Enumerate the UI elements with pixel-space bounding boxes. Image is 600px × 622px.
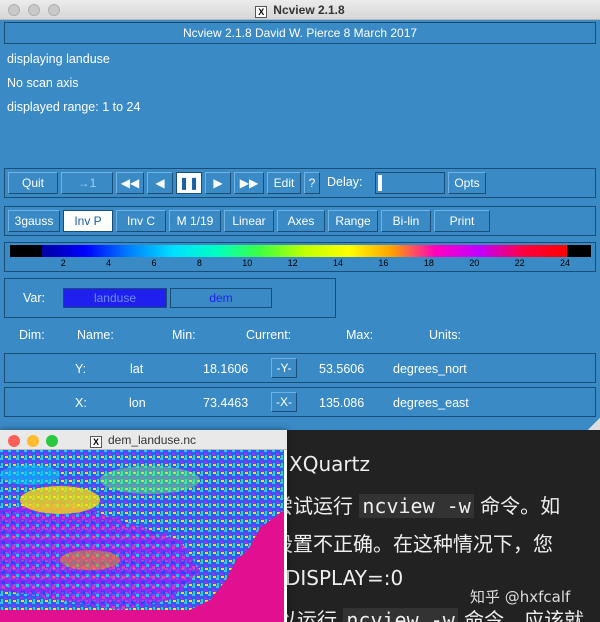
- units-header: Units:: [429, 328, 461, 342]
- dim-y-max: 53.5606: [319, 362, 365, 376]
- range-button[interactable]: Range: [328, 210, 378, 232]
- info-scan-axis: No scan axis: [7, 76, 79, 90]
- colorbar-tick: 6: [151, 258, 157, 268]
- dim-y-label: Y:: [75, 362, 87, 376]
- max-header: Max:: [346, 328, 374, 342]
- edit-button[interactable]: Edit: [267, 172, 301, 194]
- step-button[interactable]: →1: [61, 172, 113, 194]
- bilin-button[interactable]: Bi-lin: [381, 210, 431, 232]
- colorbar-tick: 20: [469, 258, 480, 268]
- options-panel: 3gauss Inv P Inv C M 1/19 Linear Axes Ra…: [4, 206, 596, 236]
- info-range: displayed range: 1 to 24: [7, 100, 141, 114]
- colorbar-tick: 22: [514, 258, 525, 268]
- colorbar-tick: 8: [196, 258, 202, 268]
- version-header: Ncview 2.1.8 David W. Pierce 8 March 201…: [4, 22, 596, 44]
- delay-slider[interactable]: [375, 172, 445, 194]
- article-line-2: 尝试运行 ncview -w 命令。如: [287, 494, 561, 518]
- back-button[interactable]: ◀: [147, 172, 173, 194]
- dim-x-max: 135.086: [319, 396, 365, 410]
- dim-row-x: X: lon 73.4463 -X- 135.086 degrees_east: [4, 387, 596, 417]
- var-panel: Var: landuse dem: [4, 278, 336, 318]
- data-window: Xdem_landuse.nc: [0, 430, 287, 622]
- rewind-button[interactable]: ◀◀: [116, 172, 144, 194]
- data-close-button[interactable]: [8, 435, 20, 447]
- colorbar-gradient: [10, 245, 591, 257]
- dim-x-min: 73.4463: [203, 396, 249, 410]
- zhihu-watermark: 知乎 @hxfcalf: [470, 588, 571, 606]
- dim-y-name: lat: [130, 362, 144, 376]
- data-minimize-button[interactable]: [27, 435, 39, 447]
- dim-y-min: 18.1606: [203, 362, 249, 376]
- quit-button[interactable]: Quit: [8, 172, 58, 194]
- colorbar-tick: 2: [60, 258, 66, 268]
- colormap-3gauss-button[interactable]: 3gauss: [8, 210, 60, 232]
- magnify-button[interactable]: M 1/19: [169, 210, 221, 232]
- article-line-4: DISPLAY=:0: [287, 566, 404, 590]
- dim-x-name: lon: [129, 396, 146, 410]
- landuse-map-image: [0, 450, 284, 622]
- delay-label: Delay:: [327, 175, 363, 189]
- dim-y-units: degrees_nort: [393, 362, 467, 376]
- colorbar-tick: 24: [560, 258, 571, 268]
- colorbar-tick: 12: [287, 258, 298, 268]
- info-displaying: displaying landuse: [7, 52, 110, 66]
- resize-handle[interactable]: [588, 418, 600, 430]
- landuse-map[interactable]: [0, 450, 284, 622]
- dim-x-label: X:: [75, 396, 87, 410]
- data-window-title: Xdem_landuse.nc: [90, 433, 196, 448]
- colorbar-tick: 16: [378, 258, 389, 268]
- data-window-titlebar: Xdem_landuse.nc: [0, 430, 287, 450]
- window-title: X Ncview 2.1.8: [0, 3, 600, 18]
- print-button[interactable]: Print: [434, 210, 490, 232]
- axes-button[interactable]: Axes: [277, 210, 325, 232]
- x11-icon: X: [90, 436, 102, 448]
- fast-forward-button[interactable]: ▶▶: [234, 172, 264, 194]
- background-article: XQuartz 尝试运行 ncview -w 命令。如 设置不正确。在这种情况下…: [287, 430, 600, 622]
- colorbar-tick: 4: [106, 258, 112, 268]
- colorbar-tick: 18: [423, 258, 434, 268]
- colorbar-tick: 14: [333, 258, 344, 268]
- dim-x-current-button[interactable]: -X-: [271, 392, 297, 412]
- control-panel: Quit →1 ◀◀ ◀ ❚❚ ▶ ▶▶ Edit ? Delay: Opts: [4, 168, 596, 198]
- current-header: Current:: [246, 328, 292, 342]
- article-xquartz: XQuartz: [289, 452, 370, 476]
- opts-button[interactable]: Opts: [448, 172, 486, 194]
- inv-p-button[interactable]: Inv P: [63, 210, 113, 232]
- title-bar: X Ncview 2.1.8: [0, 0, 600, 20]
- name-header: Name:: [77, 328, 114, 342]
- var-label: Var:: [23, 291, 45, 305]
- inv-c-button[interactable]: Inv C: [116, 210, 166, 232]
- dim-y-current-button[interactable]: -Y-: [271, 358, 297, 378]
- window-title-text: Ncview 2.1.8: [273, 3, 345, 17]
- article-line-3: 设置不正确。在这种情况下，您: [287, 532, 553, 556]
- var-landuse-button[interactable]: landuse: [63, 288, 167, 308]
- colorbar: 2 4 6 8 10 12 14 16 18 20 22 24: [4, 242, 596, 272]
- dim-row-y: Y: lat 18.1606 -Y- 53.5606 degrees_nort: [4, 353, 596, 383]
- min-header: Min:: [172, 328, 196, 342]
- data-zoom-button[interactable]: [46, 435, 58, 447]
- delay-slider-thumb[interactable]: [378, 175, 382, 191]
- dim-header: Dim:: [19, 328, 45, 342]
- x11-icon: X: [255, 6, 268, 18]
- var-dem-button[interactable]: dem: [170, 288, 272, 308]
- linear-button[interactable]: Linear: [224, 210, 274, 232]
- colorbar-tick: 10: [242, 258, 253, 268]
- help-button[interactable]: ?: [304, 172, 320, 194]
- pause-button[interactable]: ❚❚: [176, 172, 202, 194]
- dim-x-units: degrees_east: [393, 396, 469, 410]
- forward-button[interactable]: ▶: [205, 172, 231, 194]
